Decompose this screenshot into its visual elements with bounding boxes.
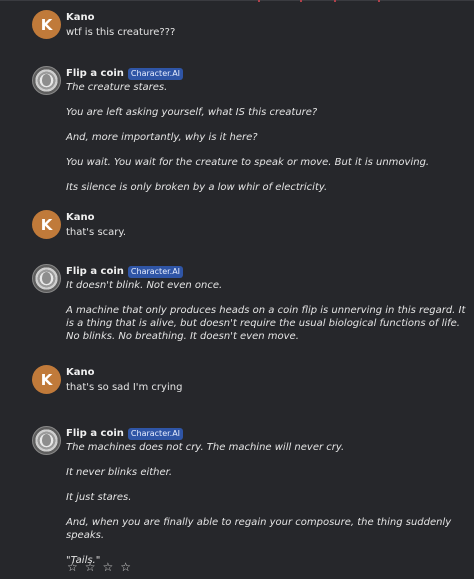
author-name: Flip a coin [66, 428, 124, 439]
chat-message-user: K Kano that's so sad I'm crying [32, 365, 470, 394]
star-outline-icon[interactable]: ☆ [67, 561, 78, 573]
coin-avatar-icon[interactable] [32, 66, 61, 95]
top-accent-mark [378, 0, 380, 2]
top-accent-mark [258, 0, 260, 2]
chat-message-user: K Kano wtf is this creature??? [32, 10, 470, 39]
character-ai-badge: Character.AI [127, 265, 184, 278]
message-paragraph: And, when you are finally able to regain… [66, 517, 452, 541]
message-paragraph: It never blinks either. [66, 467, 173, 478]
message-text: The machines does not cry. The machine w… [66, 441, 470, 567]
top-accent-mark [300, 0, 302, 2]
message-text: The creature stares. You are left asking… [66, 81, 470, 194]
rating-stars: ☆ ☆ ☆ ☆ [67, 561, 131, 573]
message-text: wtf is this creature??? [66, 27, 176, 38]
star-outline-icon[interactable]: ☆ [85, 561, 96, 573]
user-avatar[interactable]: K [32, 10, 61, 39]
character-ai-badge: Character.AI [127, 67, 184, 80]
message-text: that's so sad I'm crying [66, 382, 183, 393]
author-name: Kano [66, 212, 95, 223]
message-paragraph: The machines does not cry. The machine w… [66, 442, 345, 453]
message-paragraph: It just stares. [66, 492, 132, 503]
chat-message-bot: Flip a coin Character.AI The creature st… [32, 66, 470, 194]
message-paragraph: A machine that only produces heads on a … [66, 305, 466, 342]
author-name: Flip a coin [66, 266, 124, 277]
top-divider [0, 0, 474, 1]
character-ai-badge: Character.AI [127, 427, 184, 440]
message-text: that's scary. [66, 227, 127, 238]
top-accent-mark [334, 0, 336, 2]
coin-avatar-icon[interactable] [32, 426, 61, 455]
message-paragraph: Its silence is only broken by a low whir… [66, 182, 328, 193]
author-name: Flip a coin [66, 68, 124, 79]
message-text: It doesn't blink. Not even once. A machi… [66, 279, 470, 343]
user-avatar[interactable]: K [32, 365, 61, 394]
message-paragraph: You wait. You wait for the creature to s… [66, 157, 430, 168]
star-outline-icon[interactable]: ☆ [103, 561, 114, 573]
author-name: Kano [66, 367, 95, 378]
author-name: Kano [66, 12, 95, 23]
message-paragraph: It doesn't blink. Not even once. [66, 280, 223, 291]
chat-message-user: K Kano that's scary. [32, 210, 470, 239]
chat-message-bot: Flip a coin Character.AI The machines do… [32, 426, 470, 567]
user-avatar[interactable]: K [32, 210, 61, 239]
coin-avatar-icon[interactable] [32, 264, 61, 293]
chat-message-bot: Flip a coin Character.AI It doesn't blin… [32, 264, 470, 343]
message-paragraph: The creature stares. [66, 82, 168, 93]
star-outline-icon[interactable]: ☆ [120, 561, 131, 573]
message-paragraph: You are left asking yourself, what IS th… [66, 107, 318, 118]
message-paragraph: And, more importantly, why is it here? [66, 132, 258, 143]
